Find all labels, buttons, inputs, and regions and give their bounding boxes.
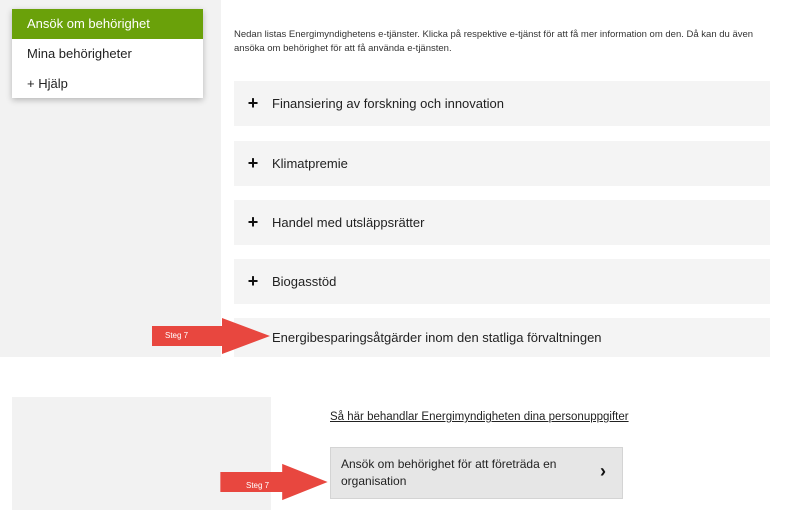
side-menu: Ansök om behörighet Mina behörigheter + … bbox=[12, 9, 203, 98]
plus-icon: + bbox=[247, 93, 259, 113]
apply-button-line-1: Ansök om behörighet för att företräda en bbox=[341, 457, 557, 471]
plus-icon: + bbox=[247, 212, 259, 232]
accordion-label: Energibesparingsåtgärder inom den statli… bbox=[272, 330, 602, 345]
accordion-handel[interactable]: + Handel med utsläppsrätter bbox=[234, 200, 770, 245]
accordion-label: Biogasstöd bbox=[272, 274, 337, 289]
accordion-finansiering[interactable]: + Finansiering av forskning och innovati… bbox=[234, 81, 770, 126]
step-label-bottom: Steg 7 bbox=[246, 481, 270, 490]
apply-organisation-button[interactable]: Ansök om behörighet för att företräda en… bbox=[330, 447, 623, 499]
accordion-klimatpremie[interactable]: + Klimatpremie bbox=[234, 141, 770, 186]
intro-text: Nedan listas Energimyndighetens e-tjänst… bbox=[234, 28, 797, 56]
accordion-label: Klimatpremie bbox=[272, 156, 348, 171]
chevron-right-icon: › bbox=[600, 461, 606, 481]
accordion-label: Finansiering av forskning och innovation bbox=[272, 96, 504, 111]
accordion-biogasstod[interactable]: + Biogasstöd bbox=[234, 259, 770, 304]
plus-icon: + bbox=[247, 271, 259, 291]
intro-line-1: Nedan listas Energimyndighetens e-tjänst… bbox=[234, 29, 754, 40]
accordion-energibesparing[interactable]: − Energibesparingsåtgärder inom den stat… bbox=[234, 318, 770, 357]
menu-item-ansok[interactable]: Ansök om behörighet bbox=[12, 9, 203, 39]
apply-button-text: Ansök om behörighet för att företräda en… bbox=[331, 456, 561, 490]
step-arrow-bottom-icon bbox=[220, 463, 328, 501]
menu-item-mina-behorigheter[interactable]: Mina behörigheter bbox=[12, 39, 203, 69]
step-label-top: Steg 7 bbox=[165, 331, 189, 340]
accordion-label: Handel med utsläppsrätter bbox=[272, 215, 425, 230]
menu-item-hjalp[interactable]: + Hjälp bbox=[12, 69, 203, 99]
plus-icon: + bbox=[247, 153, 259, 173]
intro-line-2: ansöka om behörighet för att få använda … bbox=[234, 43, 452, 54]
privacy-link[interactable]: Så här behandlar Energimyndigheten dina … bbox=[330, 411, 629, 423]
apply-button-line-2: organisation bbox=[341, 474, 407, 488]
